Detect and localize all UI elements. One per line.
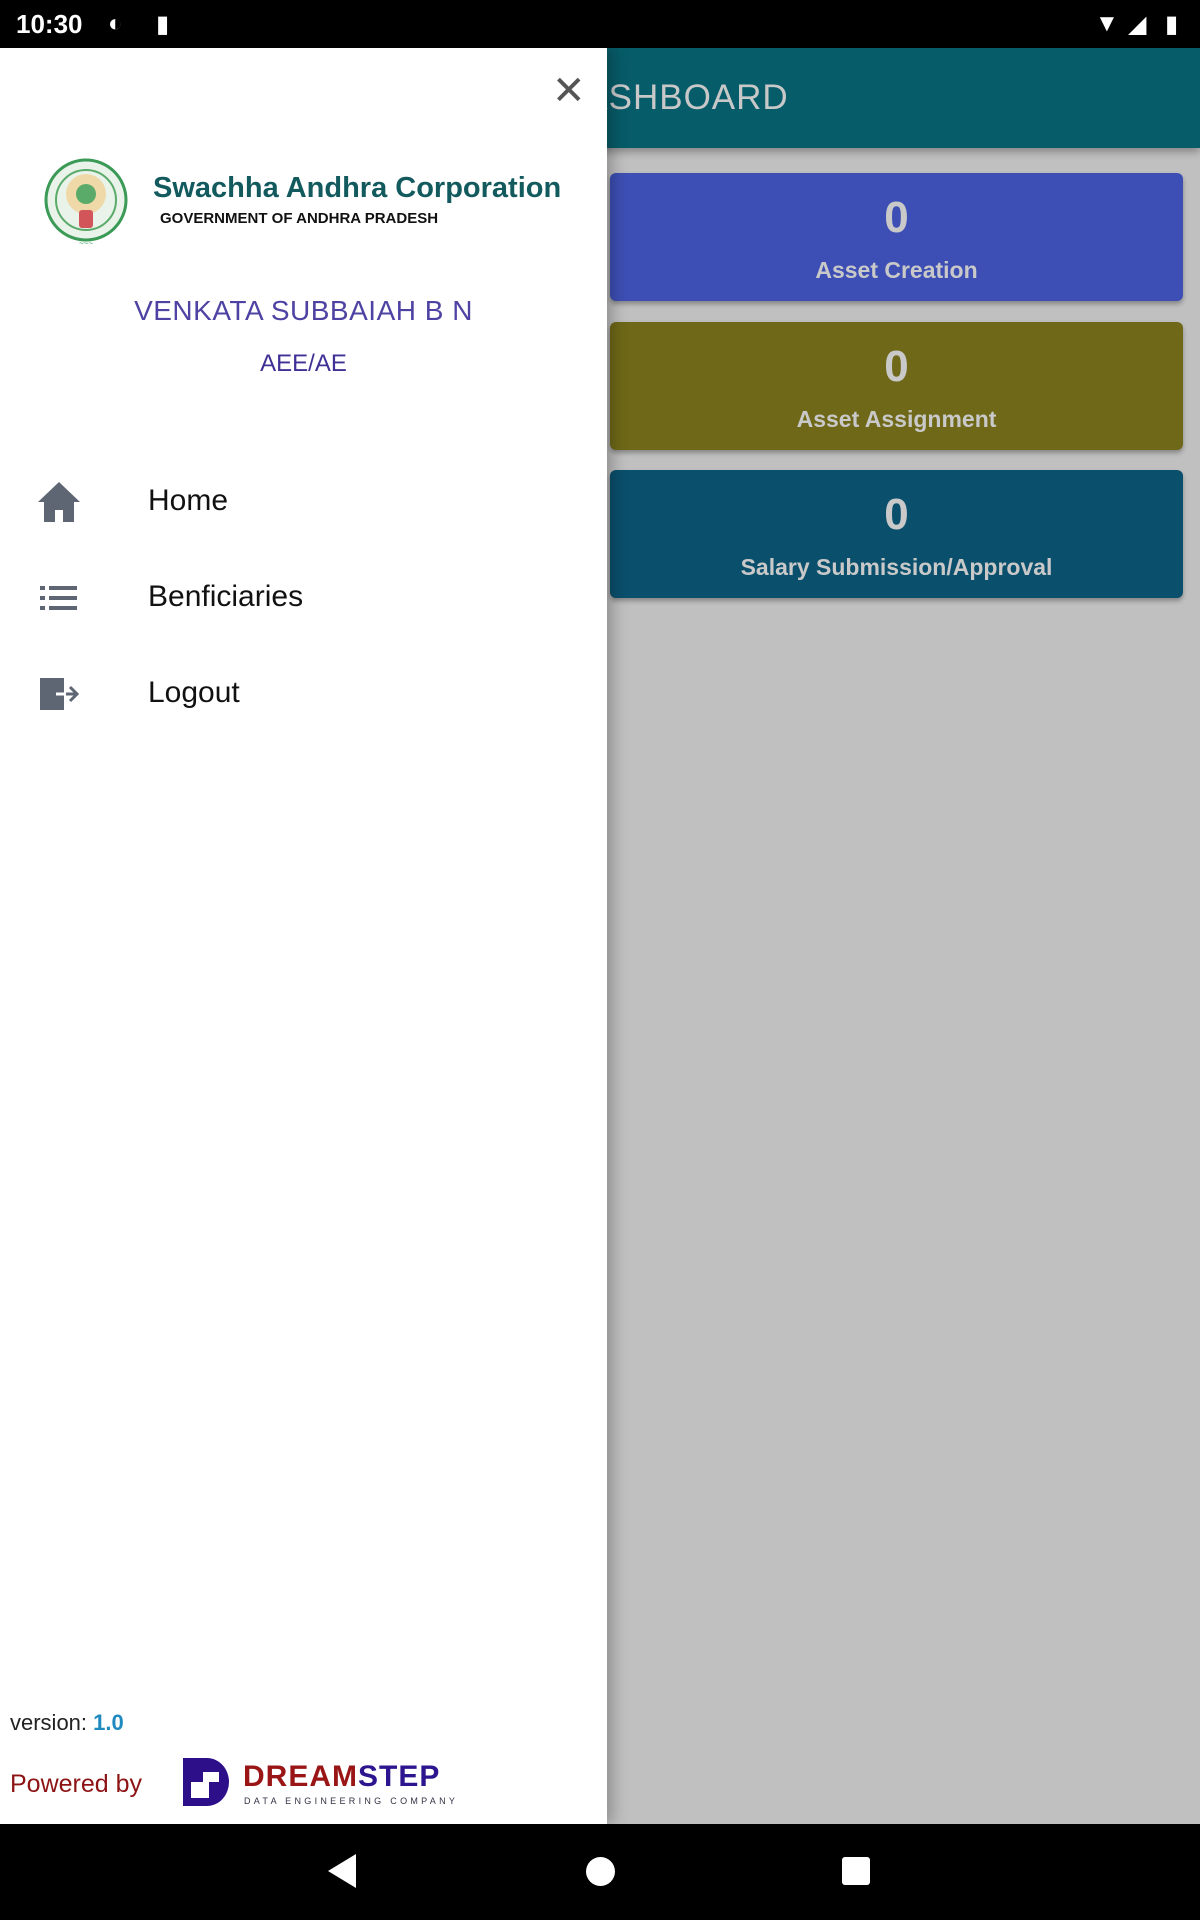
card-label: Salary Submission/Approval [740, 554, 1053, 580]
wifi-icon: ▼ [1095, 10, 1119, 37]
company-tagline: DATA ENGINEERING COMPANY [244, 1796, 459, 1806]
andhra-pradesh-emblem-logo: ~~~ [44, 158, 128, 248]
sd-card-icon: ▮ [156, 11, 170, 38]
menu-label: Benficiaries [148, 580, 304, 613]
signal-icon: ◢ [1128, 11, 1147, 38]
dreamstep-logo: DREAMSTEP DATA ENGINEERING COMPANY [183, 1758, 483, 1808]
menu-item-logout[interactable]: Logout [0, 654, 607, 734]
asset-assignment-card[interactable]: 0 Asset Assignment [610, 322, 1183, 450]
svg-text:~~~: ~~~ [79, 239, 93, 248]
system-navigation-bar [0, 1824, 1200, 1920]
recents-button[interactable] [842, 1857, 870, 1885]
version-value: 1.0 [93, 1710, 124, 1735]
asset-creation-card[interactable]: 0 Asset Creation [610, 173, 1183, 301]
battery-icon: ▮ [1165, 11, 1179, 38]
list-icon [40, 586, 77, 610]
menu-item-home[interactable]: Home [0, 462, 607, 542]
company-name-part2: STEP [358, 1760, 441, 1793]
user-name: VENKATA SUBBAIAH B N [134, 295, 473, 326]
card-label: Asset Creation [815, 257, 978, 283]
menu-label: Home [148, 484, 229, 517]
version-label: version: [10, 1710, 88, 1735]
dreamstep-logo-mark [183, 1758, 229, 1806]
card-value: 0 [884, 193, 909, 242]
card-value: 0 [884, 342, 909, 391]
app-notification-icon: ◐ [108, 10, 123, 37]
home-icon [38, 482, 80, 522]
salary-submission-card[interactable]: 0 Salary Submission/Approval [610, 470, 1183, 598]
card-label: Asset Assignment [796, 406, 997, 432]
brand-subtitle: GOVERNMENT OF ANDHRA PRADESH [160, 210, 439, 227]
close-icon[interactable]: ✕ [552, 68, 586, 114]
company-name-part1: DREAM [243, 1760, 358, 1793]
menu-item-beneficiaries[interactable]: Benficiaries [0, 558, 607, 638]
navigation-drawer: ✕ ~~~ Swachha Andhra Corporation GOVERNM… [0, 48, 607, 1824]
status-time: 10:30 [16, 9, 83, 39]
home-button[interactable] [586, 1857, 615, 1886]
logout-icon [40, 678, 80, 710]
powered-by-label: Powered by [10, 1770, 143, 1798]
status-bar: 10:30 ◐ ▮ ▼ ◢ ▮ [0, 0, 1200, 48]
user-role: AEE/AE [260, 350, 347, 377]
app-version: version: 1.0 [10, 1710, 124, 1736]
back-button[interactable] [328, 1854, 356, 1888]
menu-label: Logout [148, 676, 240, 709]
brand-title: Swachha Andhra Corporation [153, 172, 562, 204]
card-value: 0 [884, 490, 909, 539]
